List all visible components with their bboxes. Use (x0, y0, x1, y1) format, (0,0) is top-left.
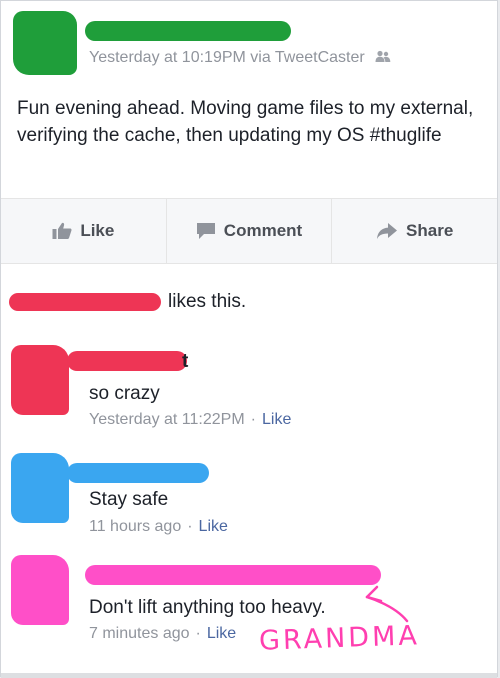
handwritten-annotation: GRANDMA (258, 620, 421, 657)
commenter-name-fragment: t (182, 351, 189, 372)
comment-like-link[interactable]: Like (262, 411, 291, 428)
post-card: Yesterday at 10:19PM via TweetCaster Fun… (0, 0, 498, 678)
thumbs-up-icon (52, 222, 72, 239)
comment-icon (196, 223, 215, 239)
separator-dot: · (250, 411, 256, 428)
comment-timestamp[interactable]: Yesterday at 11:22PM (89, 411, 245, 428)
comment-text: so crazy (89, 383, 160, 404)
share-button-label: Share (406, 221, 454, 240)
comment-meta: Yesterday at 11:22PM · Like (89, 411, 291, 429)
like-button[interactable]: Like (1, 199, 167, 263)
likes-summary[interactable]: likes this. (1, 283, 497, 317)
comment-timestamp[interactable]: 11 hours ago (89, 518, 181, 535)
commenter-name-redacted[interactable] (85, 565, 381, 585)
comment-item: t so crazy Yesterday at 11:22PM · Like (1, 339, 497, 439)
share-button[interactable]: Share (332, 199, 497, 263)
handwritten-arrow-icon (365, 585, 409, 623)
likes-text: likes this. (168, 291, 247, 312)
post-header: Yesterday at 10:19PM via TweetCaster (1, 1, 497, 91)
comment-button[interactable]: Comment (167, 199, 333, 263)
post-meta: Yesterday at 10:19PM via TweetCaster (89, 49, 391, 68)
author-avatar-redacted[interactable] (13, 11, 77, 75)
commenter-avatar-redacted[interactable] (11, 345, 69, 415)
comment-item: Stay safe 11 hours ago · Like (1, 447, 497, 547)
comment-like-link[interactable]: Like (207, 625, 236, 642)
comment-text: Stay safe (89, 489, 169, 510)
comment-meta: 11 hours ago · Like (89, 518, 228, 536)
card-bottom-divider (1, 673, 497, 678)
comment-button-label: Comment (223, 221, 303, 240)
comment-item: Don't lift anything too heavy. 7 minutes… (1, 549, 497, 649)
comment-meta: 7 minutes ago · Like (89, 625, 236, 643)
comment-like-link[interactable]: Like (199, 518, 228, 535)
comment-text: Don't lift anything too heavy. (89, 597, 326, 618)
separator-dot: · (187, 518, 193, 535)
post-action-bar: Like Comment Share (1, 198, 497, 264)
commenter-name-redacted[interactable] (67, 463, 209, 483)
commenter-avatar-redacted[interactable] (11, 453, 69, 523)
commenter-avatar-redacted[interactable] (11, 555, 69, 625)
separator-dot: · (195, 625, 201, 642)
friends-icon (375, 50, 391, 68)
like-button-label: Like (80, 221, 115, 240)
comment-timestamp[interactable]: 7 minutes ago (89, 625, 190, 642)
share-arrow-icon (377, 223, 398, 239)
author-name-redacted[interactable] (85, 21, 291, 41)
post-timestamp[interactable]: Yesterday at 10:19PM via TweetCaster (89, 49, 365, 66)
liker-name-redacted (9, 293, 161, 311)
post-body-text: Fun evening ahead. Moving game files to … (17, 98, 474, 146)
commenter-name-redacted[interactable] (67, 351, 187, 371)
